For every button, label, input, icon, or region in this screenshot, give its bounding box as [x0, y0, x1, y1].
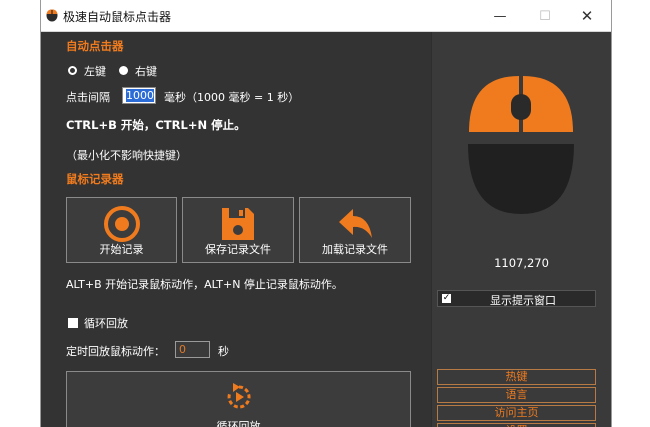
interval-label: 点击间隔	[66, 91, 110, 104]
recorder-heading: 鼠标记录器	[66, 172, 124, 186]
close-button[interactable]: ✕	[565, 4, 609, 28]
mouse-graphic-icon	[468, 76, 574, 214]
app-window: 极速自动鼠标点击器 — ☐ ✕ 自动点击器 左键 右键 点击间隔 1000 毫秒…	[40, 0, 612, 427]
loop-label[interactable]: 循环回放	[84, 315, 128, 331]
save-record-button[interactable]: 保存记录文件	[182, 197, 294, 263]
left-button-label[interactable]: 左键	[84, 63, 106, 79]
right-button-label[interactable]: 右键	[135, 63, 157, 79]
right-button-radio[interactable]	[119, 66, 128, 75]
timer-input[interactable]: 0	[175, 341, 210, 358]
auto-clicker-heading: 自动点击器	[66, 39, 124, 53]
minimize-button[interactable]: —	[478, 4, 522, 28]
timer-label: 定时回放鼠标动作：	[66, 345, 165, 358]
left-button-radio[interactable]	[68, 66, 77, 75]
interval-input[interactable]: 1000	[122, 87, 156, 104]
window-title: 极速自动鼠标点击器	[63, 10, 172, 24]
save-record-label: 保存记录文件	[205, 243, 271, 256]
floppy-disk-icon	[222, 208, 254, 240]
reply-arrow-icon	[339, 209, 372, 238]
minimize-note: （最小化不影响快捷键）	[66, 149, 187, 162]
interval-unit: 毫秒（1000 毫秒 = 1 秒）	[164, 91, 300, 104]
timer-unit: 秒	[218, 345, 229, 358]
homepage-button[interactable]: 访问主页	[437, 405, 596, 421]
title-bar[interactable]: 极速自动鼠标点击器 — ☐ ✕	[41, 0, 611, 32]
cursor-coordinates: 1107,270	[494, 256, 549, 270]
start-record-button[interactable]: 开始记录	[66, 197, 177, 263]
start-record-label: 开始记录	[99, 243, 144, 256]
load-record-button[interactable]: 加载记录文件	[299, 197, 411, 263]
clicker-hotkey-text: CTRL+B 开始，CTRL+N 停止。	[66, 118, 246, 132]
loop-replay-label: 循环回放	[216, 420, 261, 427]
show-tip-checkbox[interactable]: ✓	[442, 294, 451, 303]
loop-replay-button[interactable]: 循环回放	[66, 371, 411, 427]
timer-value: 0	[179, 343, 186, 356]
loop-replay-icon	[227, 383, 251, 409]
loop-checkbox[interactable]	[68, 318, 78, 328]
record-icon	[103, 206, 140, 242]
show-tip-label[interactable]: 显示提示窗口	[490, 292, 556, 308]
hotkey-button[interactable]: 热键	[437, 369, 596, 385]
show-tip-row[interactable]: ✓ 显示提示窗口	[437, 290, 596, 307]
side-panel: 1107,270 ✓ 显示提示窗口 热键 语言 访问主页 设置	[432, 32, 611, 427]
interval-value: 1000	[126, 89, 154, 102]
main-panel: 自动点击器 左键 右键 点击间隔 1000 毫秒（1000 毫秒 = 1 秒） …	[41, 32, 431, 427]
settings-button[interactable]: 设置	[437, 423, 596, 427]
recorder-hotkey-text: ALT+B 开始记录鼠标动作，ALT+N 停止记录鼠标动作。	[66, 278, 343, 291]
mouse-app-icon	[46, 9, 58, 22]
maximize-button[interactable]: ☐	[523, 4, 567, 28]
load-record-label: 加载记录文件	[322, 243, 388, 256]
language-button[interactable]: 语言	[437, 387, 596, 403]
